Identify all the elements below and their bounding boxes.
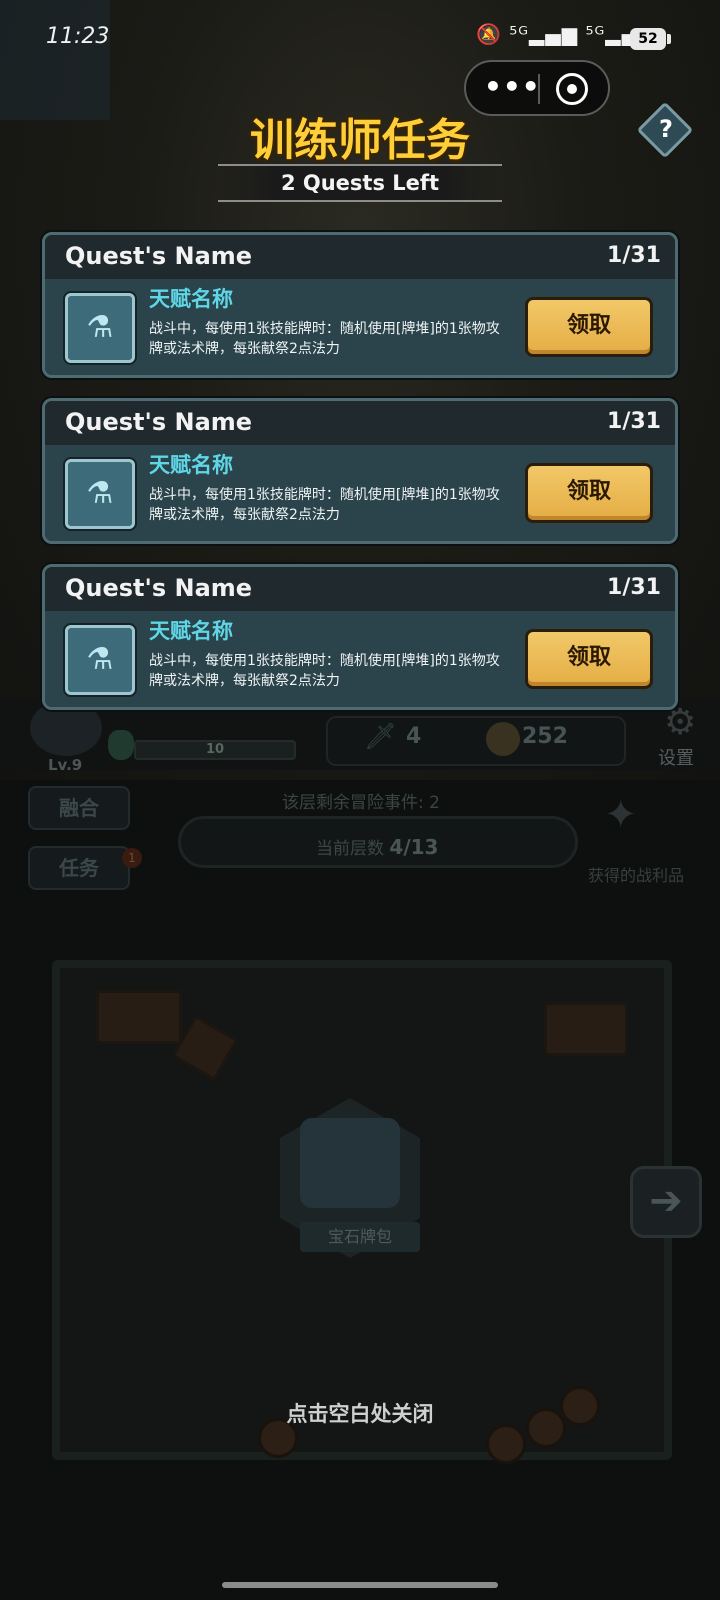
crate-icon [544,1002,628,1056]
quest-name: Quest's Name [65,574,253,602]
quest-header: Quest's Name 1/31 [45,235,675,279]
current-floor: 当前层数 4/13 [316,834,438,859]
quest-progress: 1/31 [607,575,661,600]
crate-icon [96,990,182,1044]
potion-icon [108,730,134,760]
remaining-events-label: 该层剩余冒险事件: [282,793,424,813]
capsule-divider [538,74,540,104]
quest-body: ⚗ 天赋名称 战斗中，每使用1张技能牌时：随机使用[牌堆]的1张物攻牌或法术牌，… [45,279,675,375]
quest-progress: 1/31 [607,409,661,434]
gem-bag-label: 宝石牌包 [300,1222,420,1252]
quest-name: Quest's Name [65,242,253,270]
panel-title: 训练师任务 [250,115,470,166]
status-time: 11:23 [46,24,110,49]
quest-card: Quest's Name 1/31 ⚗ 天赋名称 战斗中，每使用1张技能牌时：随… [42,564,678,710]
signal-icons: 🔕 ⁵ᴳ▂▄▆ ⁵ᴳ▂▄▆ [476,22,655,46]
quest-body: ⚗ 天赋名称 战斗中，每使用1张技能牌时：随机使用[牌堆]的1张物攻牌或法术牌，… [45,445,675,541]
exp-value: 10 [205,742,225,757]
question-mark-icon[interactable]: ? [651,114,681,144]
claim-button[interactable]: 领取 [525,463,653,523]
sword-count: 4 [406,724,422,749]
quests-left-ribbon: 2 Quests Left [218,164,502,202]
treasure-chest-icon[interactable]: ✦ [604,792,662,840]
quest-progress: 1/31 [607,243,661,268]
quest-header: Quest's Name 1/31 [45,401,675,445]
loot-label[interactable]: 获得的战利品 [588,862,684,886]
gem-bag-icon [300,1118,400,1208]
exp-bar: 10 [134,740,296,760]
more-icon[interactable]: ••• [484,73,540,104]
arrow-right-icon[interactable]: ➔ [630,1166,702,1238]
home-indicator[interactable] [222,1582,498,1588]
claim-button[interactable]: 领取 [525,629,653,689]
player-level: Lv.9 [48,756,83,774]
task-badge: 1 [122,848,142,868]
talent-description: 战斗中，每使用1张技能牌时：随机使用[牌堆]的1张物攻牌或法术牌，每张献祭2点法… [149,487,500,523]
quest-name: Quest's Name [65,408,253,436]
battery-tip [667,34,671,44]
quest-card: Quest's Name 1/31 ⚗ 天赋名称 战斗中，每使用1张技能牌时：随… [42,232,678,378]
target-icon[interactable] [556,73,588,105]
background-window [0,0,110,120]
quests-left-text: 2 Quests Left [280,171,440,195]
coin-icon [486,722,520,756]
battery-icon: 52 [630,28,666,50]
quest-card: Quest's Name 1/31 ⚗ 天赋名称 战斗中，每使用1张技能牌时：随… [42,398,678,544]
quest-body: ⚗ 天赋名称 战斗中，每使用1张技能牌时：随机使用[牌堆]的1张物攻牌或法术牌，… [45,611,675,707]
barrel-icon [486,1424,526,1464]
settings-label[interactable]: 设置 [658,744,694,770]
potion-bottle-icon: ⚗ [65,625,135,695]
remaining-events-value: 2 [429,793,440,813]
current-floor-label: 当前层数 [316,839,384,859]
quest-header: Quest's Name 1/31 [45,567,675,611]
claim-button[interactable]: 领取 [525,297,653,357]
coin-count: 252 [522,724,568,749]
talent-name: 天赋名称 [149,287,233,311]
fuse-button[interactable]: 融合 [28,786,130,830]
potion-bottle-icon: ⚗ [65,293,135,363]
target-dot [567,84,577,94]
talent-description: 战斗中，每使用1张技能牌时：随机使用[牌堆]的1张物攻牌或法术牌，每张献祭2点法… [149,653,500,689]
talent-name: 天赋名称 [149,619,233,643]
remaining-events: 该层剩余冒险事件: 2 [282,788,440,813]
current-floor-value: 4/13 [389,835,439,859]
close-hint[interactable]: 点击空白处关闭 [0,1398,720,1428]
talent-name: 天赋名称 [149,453,233,477]
talent-description: 战斗中，每使用1张技能牌时：随机使用[牌堆]的1张物攻牌或法术牌，每张献祭2点法… [149,321,500,357]
task-button[interactable]: 任务 [28,846,130,890]
potion-bottle-icon: ⚗ [65,459,135,529]
sword-icon: 🗡 [364,722,398,752]
